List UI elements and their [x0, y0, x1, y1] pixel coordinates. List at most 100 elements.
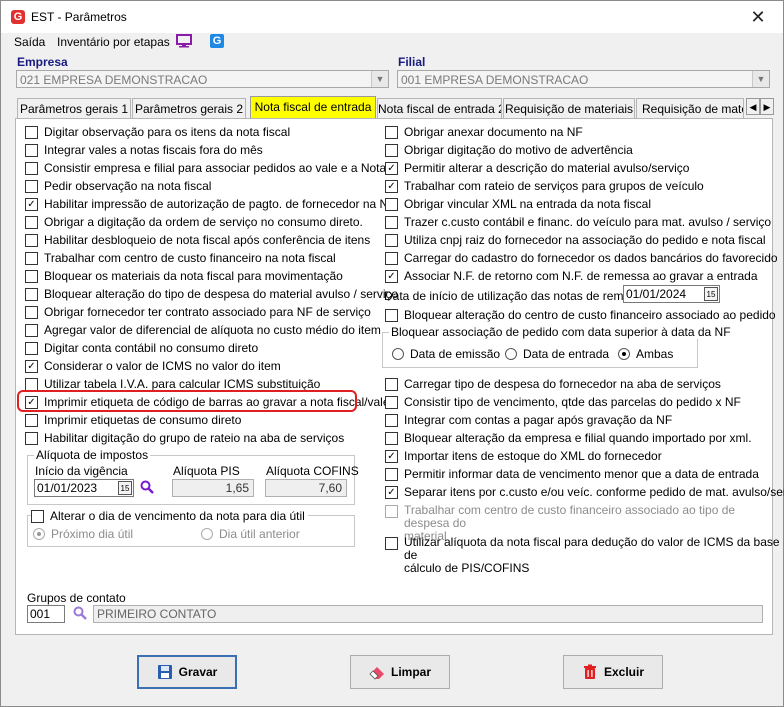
radio-ambas[interactable]: Ambas: [618, 347, 673, 361]
checkbox-item[interactable]: Pedir observação na nota fiscal: [25, 179, 211, 193]
aliquota-pis-field[interactable]: 1,65: [172, 479, 254, 497]
tab-nota-fiscal-entrada[interactable]: Nota fiscal de entrada: [250, 96, 376, 119]
checkbox-box[interactable]: [25, 324, 38, 337]
checkbox-box[interactable]: [385, 414, 398, 427]
tab-requisicao-materiais-2[interactable]: Requisição de materi: [636, 98, 744, 118]
checkbox-item[interactable]: Bloquear alteração da empresa e filial q…: [385, 431, 752, 445]
checkbox-box[interactable]: [25, 234, 38, 247]
checkbox-box[interactable]: [25, 162, 38, 175]
checkbox-box[interactable]: [31, 510, 44, 523]
grupos-code-field[interactable]: 001: [27, 605, 65, 623]
checkbox-box[interactable]: [385, 378, 398, 391]
checkbox-item[interactable]: Consistir tipo de vencimento, qtde das p…: [385, 395, 741, 409]
inicio-vigencia-field[interactable]: 01/01/2023 15: [34, 479, 134, 497]
checkbox-item[interactable]: ✓ Considerar o valor de ICMS no valor do …: [25, 359, 281, 373]
checkmark-icon[interactable]: ✓: [385, 486, 398, 499]
tab-parametros-gerais-2[interactable]: Parâmetros gerais 2: [132, 98, 246, 118]
radio-dot[interactable]: [392, 348, 404, 360]
checkbox-item[interactable]: Obrigar fornecedor ter contrato associad…: [25, 305, 371, 319]
checkbox-item[interactable]: Permitir informar data de vencimento men…: [385, 467, 759, 481]
g-app-icon[interactable]: G: [210, 34, 224, 48]
checkbox-box[interactable]: [385, 252, 398, 265]
checkbox-box[interactable]: [385, 144, 398, 157]
checkmark-icon[interactable]: ✓: [25, 198, 38, 211]
chevron-down-icon[interactable]: ▼: [752, 71, 769, 87]
checkbox-box[interactable]: [25, 252, 38, 265]
checkbox-item[interactable]: Obrigar a digitação da ordem de serviço …: [25, 215, 363, 229]
checkbox-item[interactable]: Obrigar vincular XML na entrada da nota …: [385, 197, 651, 211]
checkbox-item[interactable]: Carregar do cadastro do fornecedor os da…: [385, 251, 778, 265]
radio-dot[interactable]: [505, 348, 517, 360]
checkbox-box[interactable]: [385, 309, 398, 322]
checkbox-item[interactable]: ✓ Associar N.F. de retorno com N.F. de re…: [385, 269, 758, 283]
checkmark-icon[interactable]: ✓: [385, 450, 398, 463]
menu-inventario[interactable]: Inventário por etapas: [57, 35, 170, 49]
tab-parametros-gerais-1[interactable]: Parâmetros gerais 1: [17, 98, 131, 118]
checkbox-item[interactable]: Integrar com contas a pagar após gravaçã…: [385, 413, 672, 427]
checkbox-box[interactable]: [385, 432, 398, 445]
checkbox-item[interactable]: Habilitar desbloqueio de nota fiscal apó…: [25, 233, 370, 247]
chevron-down-icon[interactable]: ▼: [371, 71, 388, 87]
search-icon[interactable]: [140, 480, 154, 494]
checkbox-box[interactable]: [25, 414, 38, 427]
checkbox-box[interactable]: [385, 396, 398, 409]
checkbox-box[interactable]: [25, 288, 38, 301]
checkbox-item[interactable]: Bloquear alteração do tipo de despesa do…: [25, 287, 398, 301]
checkbox-item[interactable]: Digitar conta contábil no consumo direto: [25, 341, 258, 355]
bloquear-cc-checkbox[interactable]: Bloquear alteração do centro de custo fi…: [385, 308, 776, 322]
checkbox-box[interactable]: [385, 234, 398, 247]
tab-nota-fiscal-entrada-2[interactable]: Nota fiscal de entrada 2: [377, 98, 502, 118]
radio-proximo-dia-util[interactable]: Próximo dia útil: [33, 527, 133, 541]
radio-dot[interactable]: [201, 528, 213, 540]
tab-scroll-right-icon[interactable]: ▶: [760, 98, 774, 115]
menu-saida[interactable]: Saída: [14, 35, 45, 49]
checkbox-box[interactable]: [25, 126, 38, 139]
calendar-icon[interactable]: 15: [118, 481, 132, 495]
checkbox-item[interactable]: Habilitar digitação do grupo de rateio n…: [25, 431, 344, 445]
checkbox-box[interactable]: [385, 216, 398, 229]
checkmark-icon[interactable]: ✓: [385, 162, 398, 175]
checkbox-box[interactable]: [385, 468, 398, 481]
excluir-button[interactable]: Excluir: [563, 655, 663, 689]
checkbox-item[interactable]: Utilizar tabela I.V.A. para calcular ICM…: [25, 377, 320, 391]
checkmark-icon[interactable]: ✓: [25, 360, 38, 373]
monitor-icon[interactable]: [176, 34, 192, 48]
checkbox-box[interactable]: [385, 126, 398, 139]
checkbox-item[interactable]: Consistir empresa e filial para associar…: [25, 161, 399, 175]
checkbox-item[interactable]: ✓ Permitir alterar a descrição do materia…: [385, 161, 689, 175]
alterar-vencimento-checkbox[interactable]: Alterar o dia de vencimento da nota para…: [31, 509, 308, 523]
checkbox-box[interactable]: [25, 144, 38, 157]
grupos-name-field[interactable]: PRIMEIRO CONTATO: [93, 605, 763, 623]
radio-data-emissao[interactable]: Data de emissão: [392, 347, 500, 361]
tab-scroll-left-icon[interactable]: ◀: [746, 98, 760, 115]
gravar-button[interactable]: Gravar: [137, 655, 237, 689]
checkbox-box[interactable]: [385, 198, 398, 211]
close-icon[interactable]: ✕: [741, 5, 775, 29]
calendar-icon[interactable]: 15: [704, 287, 718, 301]
checkbox-item[interactable]: Carregar tipo de despesa do fornecedor n…: [385, 377, 721, 391]
radio-dot[interactable]: [618, 348, 630, 360]
checkbox-item[interactable]: ✓ Trabalhar com rateio de serviços para g…: [385, 179, 704, 193]
checkbox-item[interactable]: Bloquear os materiais da nota fiscal par…: [25, 269, 343, 283]
tab-requisicao-materiais[interactable]: Requisição de materiais: [503, 98, 635, 118]
data-inicio-field[interactable]: 01/01/2024 15: [623, 285, 720, 303]
aliquota-cofins-field[interactable]: 7,60: [265, 479, 347, 497]
checkbox-box[interactable]: [25, 216, 38, 229]
radio-dot[interactable]: [33, 528, 45, 540]
checkbox-box[interactable]: [25, 432, 38, 445]
checkbox-box[interactable]: [25, 270, 38, 283]
checkbox-item[interactable]: Digitar observação para os itens da nota…: [25, 125, 290, 139]
checkbox-box[interactable]: [25, 342, 38, 355]
checkmark-icon[interactable]: ✓: [385, 180, 398, 193]
checkbox-box[interactable]: [25, 306, 38, 319]
checkbox-item[interactable]: Integrar vales a notas fiscais fora do m…: [25, 143, 263, 157]
checkbox-item[interactable]: ✓ Importar itens de estoque do XML do for…: [385, 449, 662, 463]
checkbox-box[interactable]: [385, 537, 398, 550]
limpar-button[interactable]: Limpar: [350, 655, 450, 689]
checkbox-box[interactable]: [385, 505, 398, 518]
checkbox-item[interactable]: Trabalhar com centro de custo financeiro…: [25, 251, 336, 265]
checkmark-icon[interactable]: ✓: [385, 270, 398, 283]
checkbox-item[interactable]: Utiliza cnpj raiz do fornecedor na assoc…: [385, 233, 766, 247]
checkbox-box[interactable]: [25, 180, 38, 193]
radio-data-entrada[interactable]: Data de entrada: [505, 347, 609, 361]
